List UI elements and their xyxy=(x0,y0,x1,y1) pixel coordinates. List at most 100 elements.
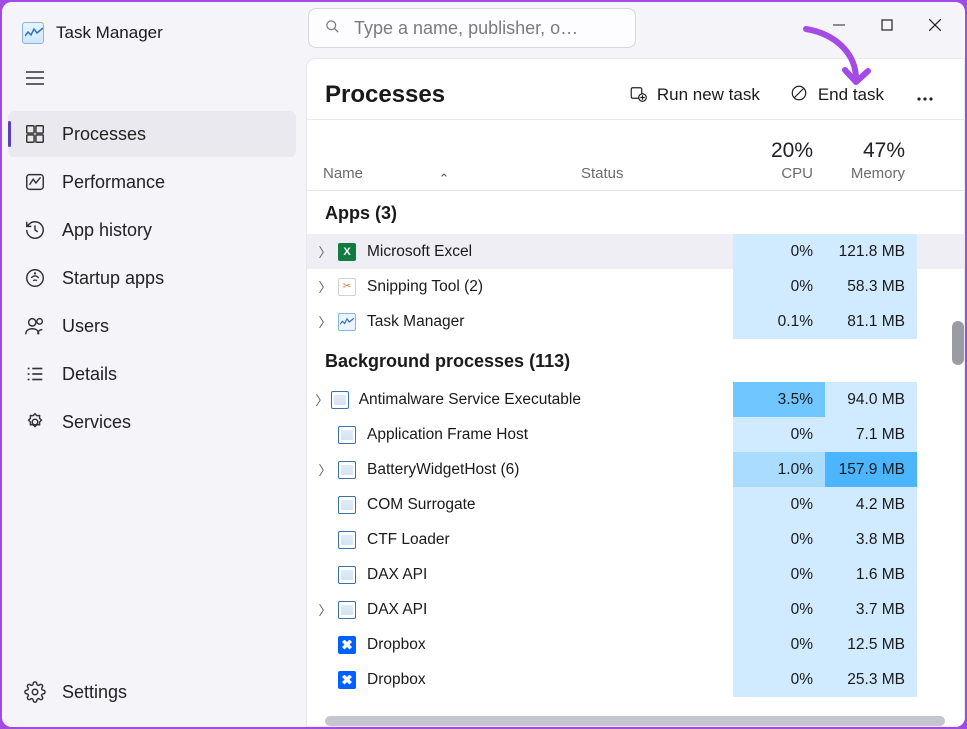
name-cell: COM Surrogate xyxy=(307,495,581,515)
cpu-cell: 3.5% xyxy=(733,382,825,417)
gear-icon xyxy=(24,681,46,703)
process-name: BatteryWidgetHost (6) xyxy=(367,461,519,479)
window-minimize[interactable] xyxy=(815,8,863,42)
performance-icon xyxy=(24,171,46,193)
process-row[interactable]: 〉 Antimalware Service Executable 3.5%94.0 … xyxy=(307,382,964,417)
search-icon xyxy=(325,19,340,38)
topbar xyxy=(302,2,965,58)
sidebar-item-app-history[interactable]: App history xyxy=(8,207,296,253)
process-row[interactable]: 〉DAX API0%3.7 MB xyxy=(307,592,964,627)
window-close[interactable] xyxy=(911,8,959,42)
cpu-cell: 0% xyxy=(733,627,825,662)
process-name: Antimalware Service Executable xyxy=(359,391,581,409)
expand-toggle-icon[interactable]: 〉 xyxy=(313,242,337,261)
run-task-icon xyxy=(629,84,647,107)
hamburger-icon xyxy=(26,68,44,90)
process-name: Snipping Tool (2) xyxy=(367,278,483,296)
process-name: Dropbox xyxy=(367,671,426,689)
startup-icon xyxy=(24,267,46,289)
col-name[interactable]: ⌃ Name xyxy=(307,165,581,190)
name-cell: 〉 Task Manager xyxy=(307,312,581,332)
nav-label: Startup apps xyxy=(62,268,164,289)
task-manager-icon xyxy=(338,313,356,331)
cpu-cell: 0% xyxy=(733,557,825,592)
process-row[interactable]: CTF Loader0%3.8 MB xyxy=(307,522,964,557)
process-name: COM Surrogate xyxy=(367,496,476,514)
sidebar-item-performance[interactable]: Performance xyxy=(8,159,296,205)
horizontal-scrollbar[interactable] xyxy=(325,716,945,726)
process-row[interactable]: Dropbox0%12.5 MB xyxy=(307,627,964,662)
sidebar-item-services[interactable]: Services xyxy=(8,399,296,445)
process-row[interactable]: 〉Microsoft Excel0%121.8 MB xyxy=(307,234,964,269)
name-cell: 〉 BatteryWidgetHost (6) xyxy=(307,460,581,480)
vertical-scrollbar[interactable] xyxy=(952,321,964,365)
col-status[interactable]: Status xyxy=(581,165,733,190)
col-memory-label: Memory xyxy=(825,165,905,182)
generic-app-icon xyxy=(331,391,349,409)
hamburger-menu[interactable] xyxy=(2,58,302,105)
generic-app-icon xyxy=(338,531,356,549)
app-brand: Task Manager xyxy=(2,2,302,58)
sidebar-item-processes[interactable]: Processes xyxy=(8,111,296,157)
process-name: CTF Loader xyxy=(367,531,450,549)
app-title: Task Manager xyxy=(56,23,163,43)
nav-label: Processes xyxy=(62,124,146,145)
generic-app-icon xyxy=(338,496,356,514)
expand-toggle-icon[interactable]: 〉 xyxy=(313,312,337,331)
sort-indicator-icon: ⌃ xyxy=(307,171,581,187)
nav-label: App history xyxy=(62,220,152,241)
nav-footer: Settings xyxy=(2,663,302,727)
cpu-cell: 0% xyxy=(733,662,825,697)
sidebar-item-users[interactable]: Users xyxy=(8,303,296,349)
expand-toggle-icon[interactable]: 〉 xyxy=(313,277,337,296)
processes-icon xyxy=(24,123,46,145)
memory-cell: 7.1 MB xyxy=(825,417,917,452)
process-row[interactable]: DAX API0%1.6 MB xyxy=(307,557,964,592)
expand-toggle-icon[interactable]: 〉 xyxy=(313,600,337,619)
process-row[interactable]: 〉BatteryWidgetHost (6)1.0%157.9 MB xyxy=(307,452,964,487)
process-name: Task Manager xyxy=(367,313,464,331)
end-task-icon xyxy=(790,84,808,107)
app-icon xyxy=(22,22,44,44)
process-row[interactable]: Dropbox 0%25.3 MB xyxy=(307,662,964,697)
memory-cell: 94.0 MB xyxy=(825,382,917,417)
memory-cell: 12.5 MB xyxy=(825,627,917,662)
run-new-task-button[interactable]: Run new task xyxy=(621,78,768,113)
name-cell: 〉 Antimalware Service Executable xyxy=(307,390,581,410)
page-title: Processes xyxy=(325,81,445,109)
generic-app-icon xyxy=(338,426,356,444)
search-box[interactable] xyxy=(308,8,636,48)
services-icon xyxy=(24,411,46,433)
process-row[interactable]: 〉Snipping Tool (2)0%58.3 MB xyxy=(307,269,964,304)
col-memory[interactable]: 47% Memory xyxy=(825,139,917,190)
window-buttons xyxy=(815,8,959,42)
expand-toggle-icon[interactable]: 〉 xyxy=(313,460,337,479)
column-headers: ⌃ Name Status 20% CPU 47% Memory xyxy=(307,119,964,191)
task-manager-window: Task Manager Processes Performance App his… xyxy=(2,2,965,727)
cpu-total-value: 20% xyxy=(733,139,813,163)
nav-label: Services xyxy=(62,412,131,433)
window-maximize[interactable] xyxy=(863,8,911,42)
sidebar-item-details[interactable]: Details xyxy=(8,351,296,397)
nav-label: Performance xyxy=(62,172,165,193)
memory-cell: 4.2 MB xyxy=(825,487,917,522)
end-task-label: End task xyxy=(818,85,884,105)
content-pane: Processes Run new task End task xyxy=(306,58,965,727)
nav-label: Users xyxy=(62,316,109,337)
end-task-button[interactable]: End task xyxy=(782,78,892,113)
cpu-cell: 1.0% xyxy=(733,452,825,487)
process-row[interactable]: COM Surrogate0%4.2 MB xyxy=(307,487,964,522)
name-cell: 〉 Microsoft Excel xyxy=(307,242,581,262)
process-row[interactable]: 〉Task Manager0.1%81.1 MB xyxy=(307,304,964,339)
expand-toggle-icon[interactable]: 〉 xyxy=(313,390,331,409)
memory-cell: 25.3 MB xyxy=(825,662,917,697)
process-row[interactable]: Application Frame Host0%7.1 MB xyxy=(307,417,964,452)
search-input[interactable] xyxy=(352,17,625,40)
process-name: DAX API xyxy=(367,601,427,619)
col-cpu[interactable]: 20% CPU xyxy=(733,139,825,190)
more-options-button[interactable] xyxy=(906,80,944,110)
nav-settings[interactable]: Settings xyxy=(8,669,296,715)
process-name: Microsoft Excel xyxy=(367,243,472,261)
name-cell: DAX API xyxy=(307,565,581,585)
sidebar-item-startup-apps[interactable]: Startup apps xyxy=(8,255,296,301)
